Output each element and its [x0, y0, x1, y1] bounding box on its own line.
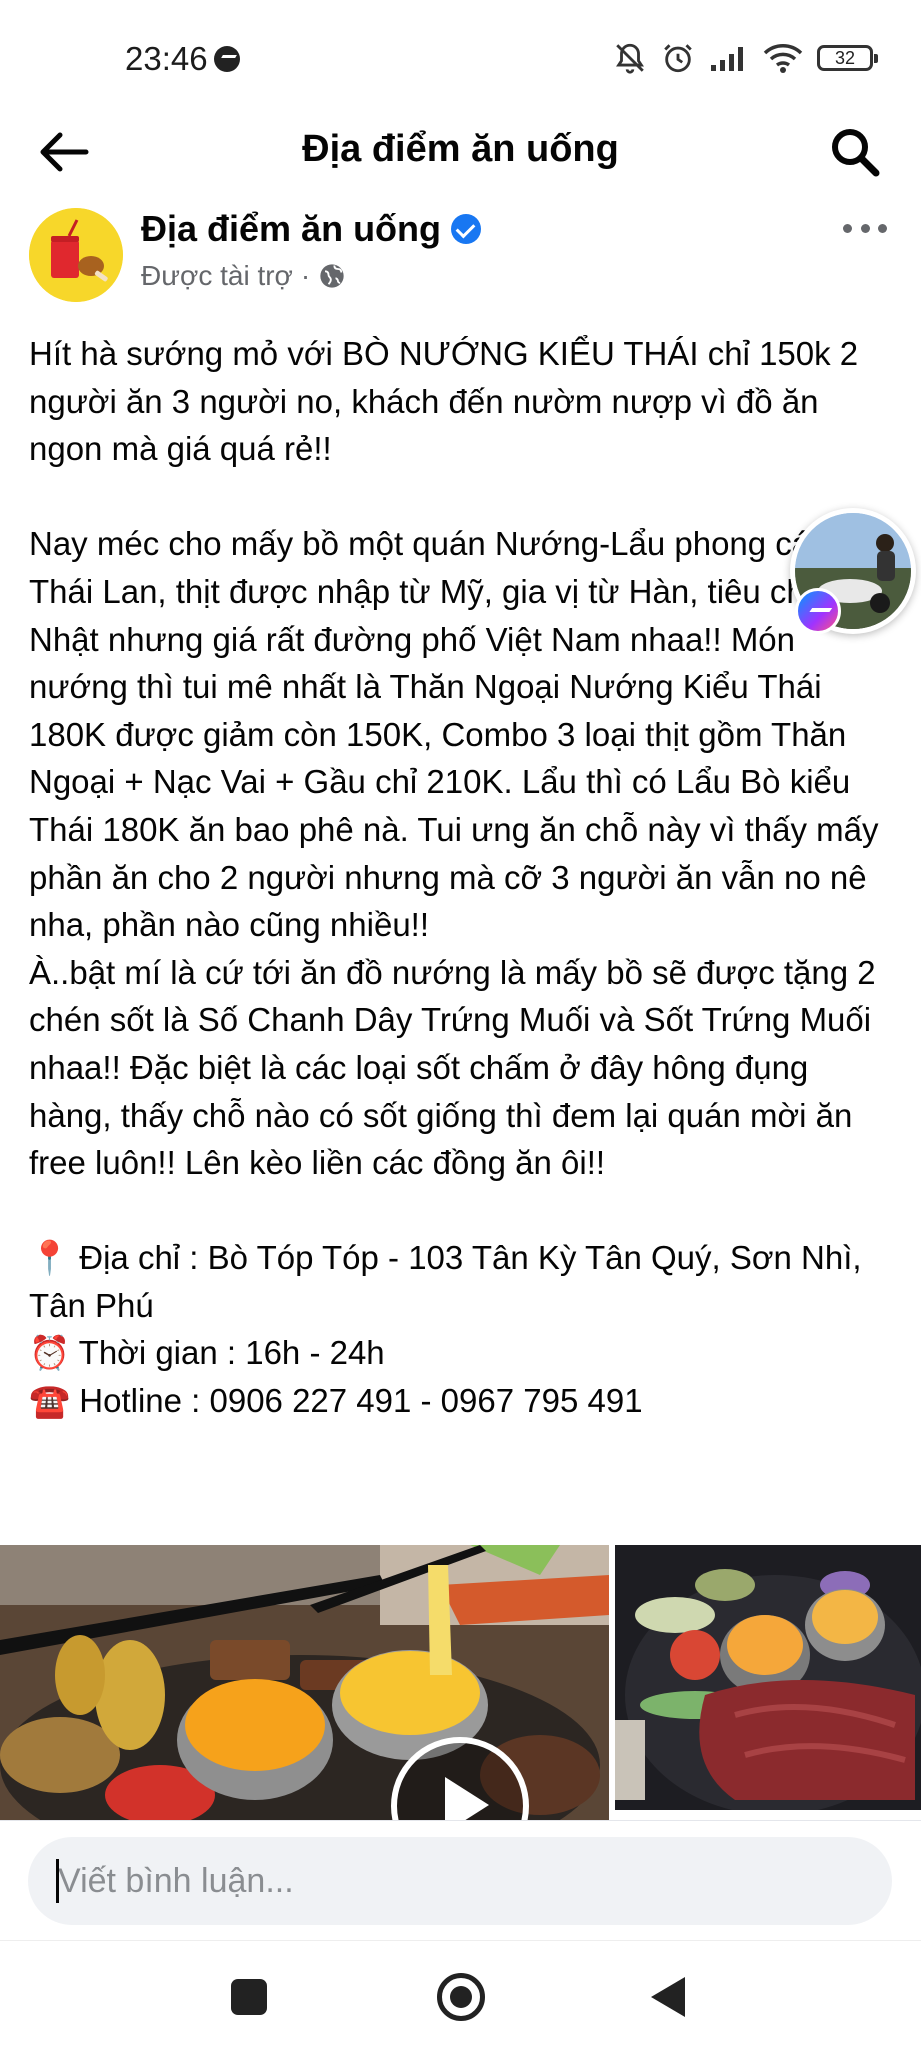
post-paragraph-2: Nay méc cho mấy bồ một quán Nướng-Lẩu ph…	[29, 525, 879, 944]
post-detail-hours: ⏰ Thời gian : 16h - 24h	[29, 1329, 899, 1377]
comment-bar	[0, 1820, 921, 1940]
post-meta: Được tài trợ ·	[141, 260, 346, 292]
post-detail-hotline: ☎️ Hotline : 0906 227 491 - 0967 795 491	[29, 1377, 899, 1425]
post-body: Hít hà sướng mỏ với BÒ NƯỚNG KIỂU THÁI c…	[29, 330, 899, 1425]
messenger-icon	[795, 588, 841, 634]
back-triangle-icon[interactable]	[651, 1977, 685, 2017]
more-options-button[interactable]	[837, 214, 893, 242]
post-paragraph-3: À..bật mí là cứ tới ăn đồ nướng là mấy b…	[29, 953, 876, 1182]
page-name[interactable]: Địa điểm ăn uống	[141, 208, 441, 250]
wifi-icon	[763, 44, 803, 73]
search-icon	[832, 129, 880, 177]
system-nav-bar	[0, 1940, 921, 2048]
post-detail-address: 📍 Địa chỉ : Bò Tóp Tóp - 103 Tân Kỳ Tân …	[29, 1234, 899, 1329]
sponsored-label: Được tài trợ	[141, 260, 293, 291]
photo-thumbnail[interactable]	[615, 1545, 921, 1810]
page-name-row: Địa điểm ăn uống	[141, 208, 482, 250]
text-caret	[56, 1859, 59, 1903]
post-paragraph-1: Hít hà sướng mỏ với BÒ NƯỚNG KIỂU THÁI c…	[29, 335, 859, 468]
meta-separator: ·	[300, 260, 311, 291]
address-text: Địa chỉ : Bò Tóp Tóp - 103 Tân Kỳ Tân Qu…	[29, 1239, 862, 1324]
status-time: 23:46	[125, 40, 208, 77]
status-bar: 23:46 32	[0, 0, 921, 120]
post-header: Địa điểm ăn uống Được tài trợ ·	[0, 200, 921, 310]
back-button[interactable]	[34, 122, 94, 182]
hotline-text: Hotline : 0906 227 491 - 0967 795 491	[79, 1382, 643, 1420]
battery-level: 32	[834, 48, 856, 68]
raw-beef-image	[615, 1545, 921, 1810]
messenger-notification-icon	[214, 46, 240, 72]
verified-badge-icon	[451, 214, 482, 244]
dot-icon	[860, 223, 870, 233]
home-icon[interactable]	[437, 1973, 485, 2021]
alarm-clock-icon: ⏰	[29, 1334, 71, 1372]
page-title: Địa điểm ăn uống	[302, 128, 619, 170]
search-button[interactable]	[825, 122, 885, 182]
globe-icon	[320, 264, 344, 288]
page-avatar[interactable]	[29, 208, 123, 302]
dot-icon	[878, 223, 887, 233]
post-media[interactable]	[0, 1545, 921, 1820]
alarm-icon	[664, 44, 692, 73]
hours-text: Thời gian : 16h - 24h	[78, 1334, 385, 1372]
dot-icon	[843, 223, 852, 233]
battery-icon: 32	[817, 45, 878, 71]
status-icons: 32	[613, 38, 878, 78]
food-logo-icon	[29, 208, 123, 302]
mute-icon	[616, 43, 644, 74]
page-header: Địa điểm ăn uống	[0, 110, 921, 192]
pin-icon: 📍	[29, 1239, 71, 1277]
telephone-icon: ☎️	[29, 1382, 71, 1420]
comment-input[interactable]	[28, 1837, 892, 1925]
arrow-left-icon	[40, 132, 89, 172]
recent-apps-icon[interactable]	[231, 1979, 267, 2015]
video-thumbnail[interactable]	[0, 1545, 609, 1820]
signal-icon	[711, 47, 743, 71]
